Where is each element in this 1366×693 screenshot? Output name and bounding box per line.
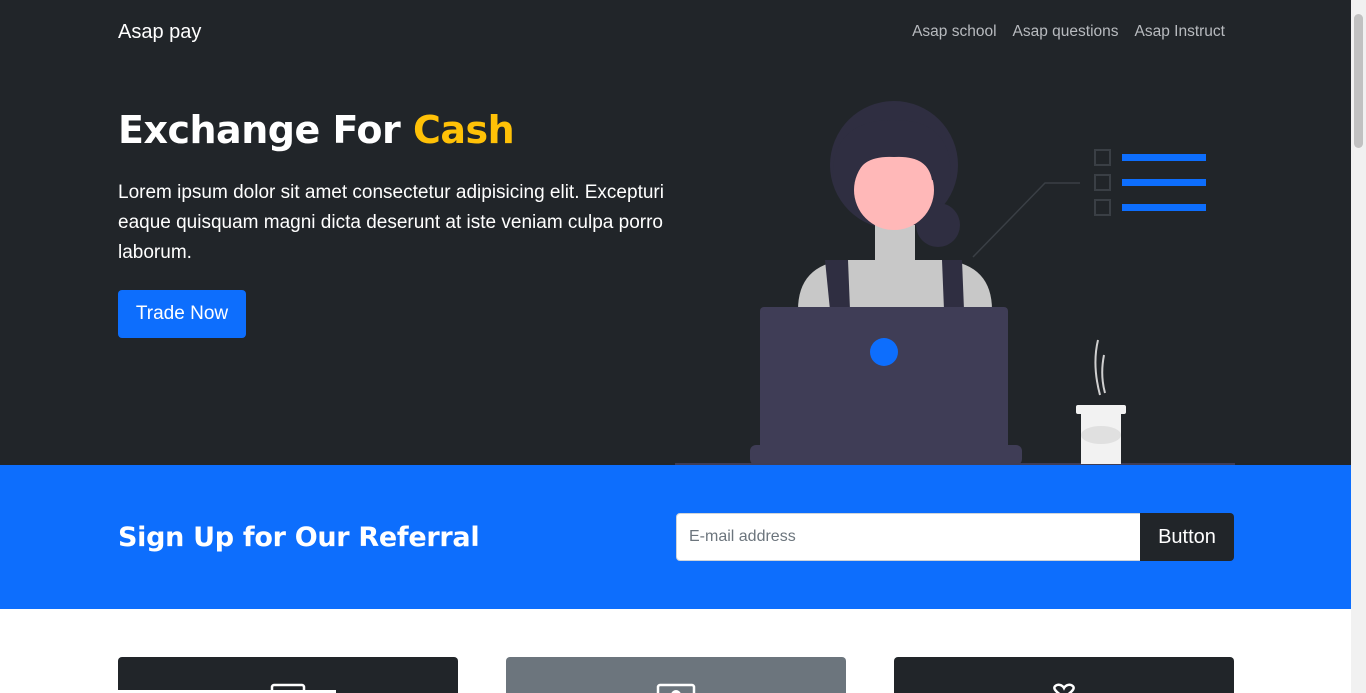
navbar: Asap pay Asap school Asap questions Asap… (118, 18, 1234, 50)
profile-card-icon (656, 683, 696, 693)
feature-card-2 (506, 657, 846, 693)
nav-link-asap-instruct[interactable]: Asap Instruct (1135, 23, 1225, 41)
heart-icon (1053, 683, 1075, 693)
feature-card-1 (118, 657, 458, 693)
page: Asap pay Asap school Asap questions Asap… (0, 0, 1351, 693)
woman-at-laptop-illustration (675, 101, 1235, 465)
nav-link-asap-school[interactable]: Asap school (912, 23, 996, 41)
referral-section: Sign Up for Our Referral Button (0, 465, 1351, 609)
hero-title-accent: Cash (412, 108, 515, 152)
laptop-illustration (750, 307, 1022, 465)
nav-link-asap-questions[interactable]: Asap questions (1013, 23, 1119, 41)
referral-title: Sign Up for Our Referral (118, 522, 480, 553)
hero-title: Exchange For Cash (118, 108, 515, 152)
nav-links: Asap school Asap questions Asap Instruct (912, 23, 1225, 41)
coffee-cup-icon (1076, 339, 1126, 464)
email-input[interactable] (676, 513, 1141, 561)
hero-description: Lorem ipsum dolor sit amet consectetur a… (118, 182, 664, 263)
feature-card-3 (894, 657, 1234, 693)
brand-link[interactable]: Asap pay (118, 21, 201, 44)
hero-section: Asap pay Asap school Asap questions Asap… (0, 0, 1351, 465)
checklist-icon (972, 149, 1206, 258)
signup-button[interactable]: Button (1140, 513, 1234, 561)
scrollbar-thumb[interactable] (1354, 14, 1363, 148)
page-scrollbar[interactable] (1351, 0, 1366, 693)
trade-now-button[interactable]: Trade Now (118, 290, 246, 338)
hero-title-main: Exchange For (118, 108, 413, 152)
woman-figure (798, 101, 992, 315)
